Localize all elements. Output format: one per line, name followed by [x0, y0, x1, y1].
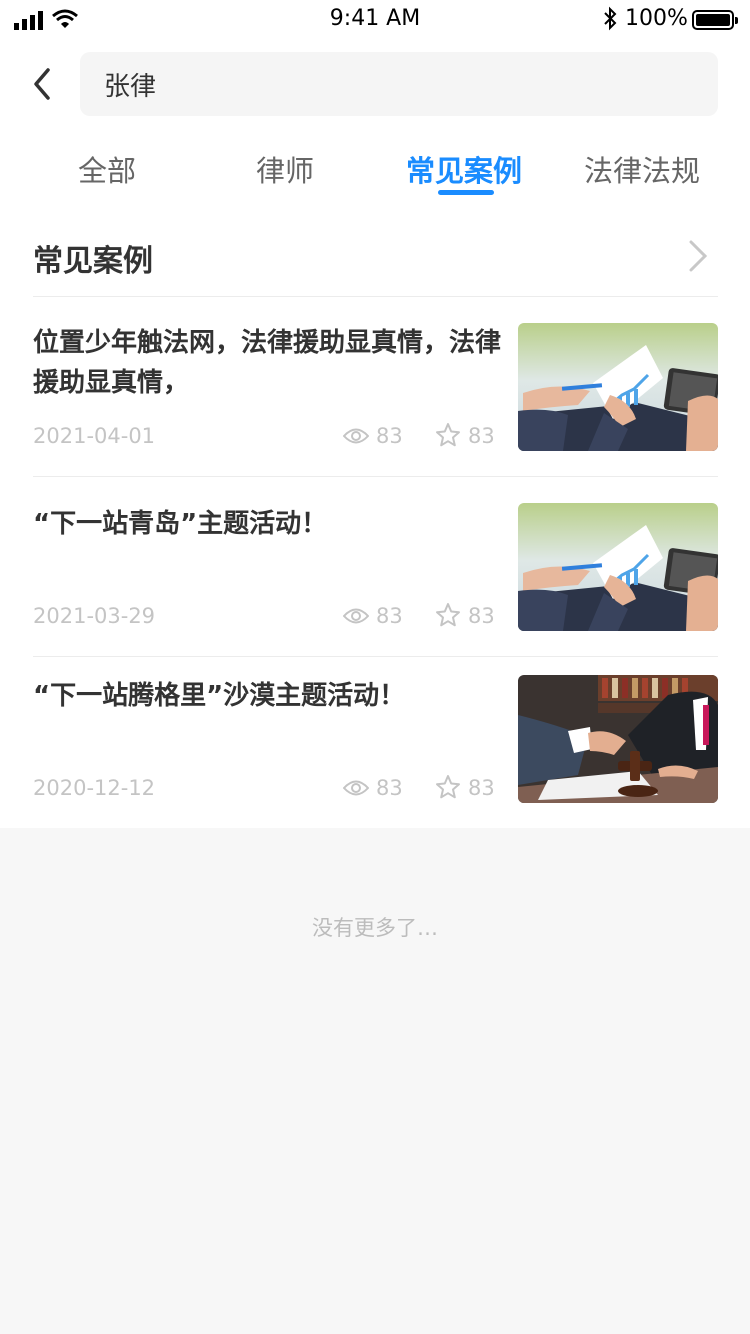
tab-lawyers[interactable]: 律师 [256, 148, 314, 190]
item-views: 83 [376, 604, 403, 628]
handshake-gavel-photo [518, 675, 718, 803]
item-favorites: 83 [468, 424, 495, 448]
item-favorites: 83 [468, 604, 495, 628]
documents-chart-photo [518, 503, 718, 631]
item-date: 2020-12-12 [33, 776, 156, 800]
list-item[interactable]: “下一站青岛”主题活动！ 2021-03-29 83 83 [0, 476, 750, 656]
eye-icon [343, 608, 369, 624]
battery-percent: 100% [625, 6, 688, 31]
item-date: 2021-04-01 [33, 424, 156, 448]
star-icon [436, 603, 460, 627]
documents-chart-photo [518, 323, 718, 451]
tab-laws-regulations[interactable]: 法律法规 [584, 148, 700, 190]
list-item[interactable]: 位置少年触法网，法律援助显真情，法律援助显真情， 2021-04-01 83 8… [0, 296, 750, 476]
tab-common-cases[interactable]: 常见案例 [406, 148, 522, 190]
back-arrow-icon[interactable] [26, 64, 66, 104]
bluetooth-icon [604, 6, 617, 31]
active-tab-indicator [438, 190, 494, 195]
star-icon [436, 775, 460, 799]
item-date: 2021-03-29 [33, 604, 156, 628]
status-bar: 9:41 AM 100% [0, 0, 750, 40]
item-title: “下一站腾格里”沙漠主题活动！ [33, 681, 406, 711]
item-favorites: 83 [468, 776, 495, 800]
item-views: 83 [376, 424, 403, 448]
no-more-text: 没有更多了… [312, 916, 438, 940]
eye-icon [343, 428, 369, 444]
battery-icon [692, 10, 738, 30]
star-icon [436, 423, 460, 447]
chevron-right-icon[interactable] [686, 238, 710, 274]
tab-all[interactable]: 全部 [78, 148, 136, 190]
list-item[interactable]: “下一站腾格里”沙漠主题活动！ 2020-12-12 83 83 [0, 656, 750, 828]
tab-bar: 全部 律师 常见案例 法律法规 [0, 140, 750, 200]
item-title: 位置少年触法网，法律援助显真情，法律援助显真情， [33, 328, 502, 398]
eye-icon [343, 780, 369, 796]
item-title: “下一站青岛”主题活动！ [33, 509, 328, 539]
section-title: 常见案例 [33, 244, 153, 279]
search-input[interactable] [80, 52, 718, 116]
item-views: 83 [376, 776, 403, 800]
page-content: 9:41 AM 100% 全部 律师 常见案例 法律法规 常见案例 位置少年触法… [0, 0, 750, 828]
